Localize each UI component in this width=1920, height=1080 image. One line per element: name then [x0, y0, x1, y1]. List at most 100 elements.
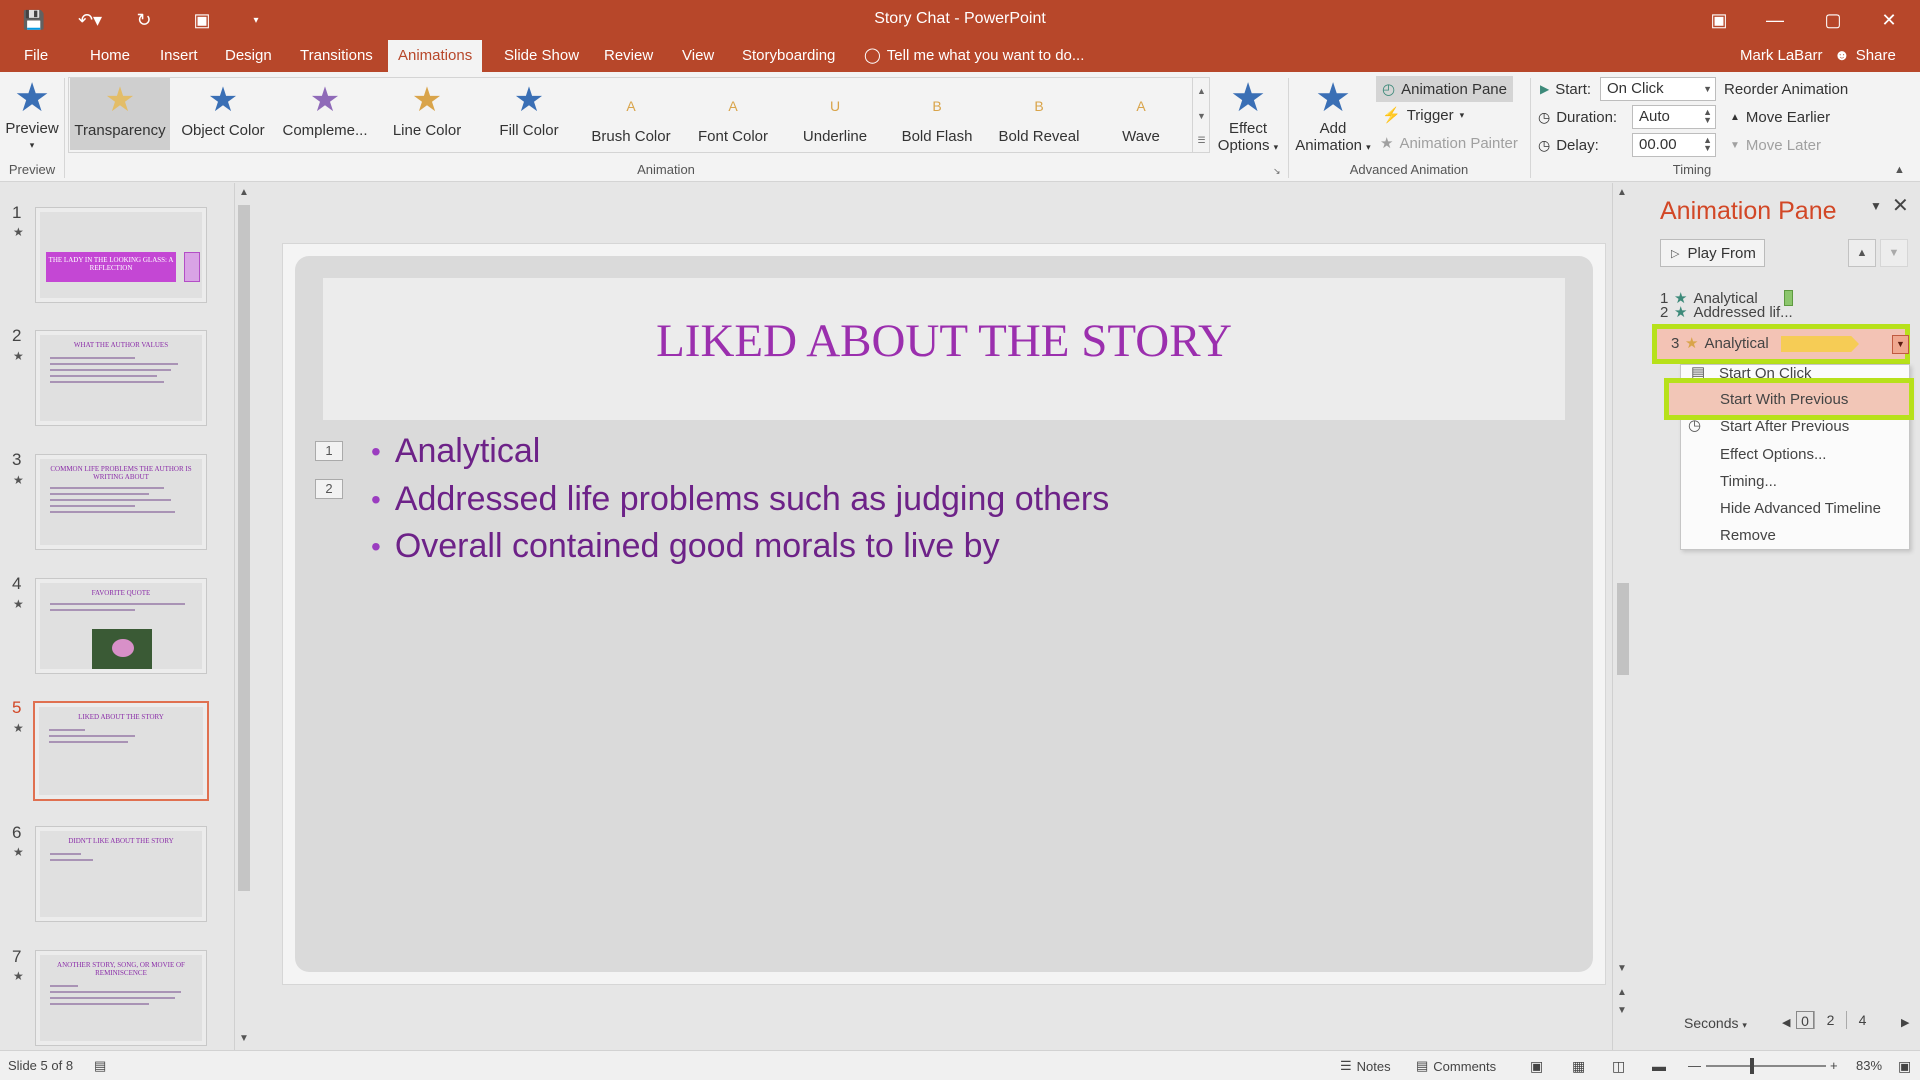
animation-star-icon: ★ — [13, 473, 24, 487]
scroll-up-icon[interactable]: ▲ — [239, 187, 249, 198]
tab-insert[interactable]: Insert — [150, 40, 208, 72]
pane-options-icon[interactable]: ▼ — [1870, 199, 1882, 213]
tab-design[interactable]: Design — [215, 40, 282, 72]
anim-underline[interactable]: U Underline — [785, 78, 885, 150]
close-icon[interactable]: ✕ — [1862, 0, 1916, 40]
slide-sorter-icon[interactable]: ▦ — [1572, 1058, 1585, 1075]
start-dropdown[interactable]: On Click ▼ — [1600, 77, 1716, 101]
ribbon-display-icon[interactable]: ▣ — [1692, 0, 1746, 40]
zoom-out-icon[interactable]: — — [1688, 1058, 1701, 1073]
delay-input[interactable]: 00.00 ▲ ▼ — [1632, 133, 1716, 157]
dialog-launcher-icon[interactable]: ↘ — [1273, 166, 1281, 177]
scroll-thumb[interactable] — [1617, 583, 1629, 675]
anim-transparency[interactable]: ★ Transparency — [70, 78, 170, 150]
slide-thumbnail-1[interactable]: THE LADY IN THE LOOKING GLASS: A REFLECT… — [35, 207, 207, 303]
item-dropdown-icon[interactable]: ▼ — [1892, 335, 1909, 354]
anim-list-item-2[interactable]: 2 ★ Addressed lif... — [1660, 305, 1908, 319]
reading-view-icon[interactable]: ◫ — [1612, 1058, 1625, 1075]
zoom-slider-thumb[interactable] — [1750, 1058, 1754, 1074]
slide-thumbnail-4[interactable]: FAVORITE QUOTE — [35, 578, 207, 674]
title-placeholder[interactable]: LIKED ABOUT THE STORY — [323, 278, 1565, 420]
menu-timing[interactable]: Timing... — [1720, 469, 1777, 493]
animation-painter-button[interactable]: ★ Animation Painter — [1380, 130, 1518, 156]
add-animation-button[interactable]: ★ Add Animation ▾ — [1294, 76, 1372, 154]
next-slide-icon[interactable]: ▼ — [1617, 1005, 1627, 1016]
anim-list-item-3[interactable]: 3 ★ Analytical — [1652, 324, 1910, 364]
anim-brush-color[interactable]: A Brush Color — [581, 78, 681, 150]
spinner-icon[interactable]: ▲ ▼ — [1703, 108, 1712, 125]
spell-check-icon[interactable]: ▤ — [94, 1058, 106, 1074]
anim-fill-color[interactable]: ★ Fill Color — [479, 78, 579, 150]
slide-thumbnail-7[interactable]: ANOTHER STORY, SONG, OR MOVIE OF REMINIS… — [35, 950, 207, 1046]
anim-bold-reveal[interactable]: B Bold Reveal — [989, 78, 1089, 150]
spinner-icon[interactable]: ▲ ▼ — [1703, 136, 1712, 153]
tab-view[interactable]: View — [672, 40, 724, 72]
duration-input[interactable]: Auto ▲ ▼ — [1632, 105, 1716, 129]
ribbon: ★ Preview ▾ Preview ★ Transparency ★ Obj… — [0, 72, 1920, 182]
zoom-slider[interactable] — [1706, 1058, 1826, 1074]
menu-start-after-previous[interactable]: Start After Previous — [1720, 414, 1849, 438]
move-down-button[interactable]: ▼ — [1880, 239, 1908, 267]
tab-transitions[interactable]: Transitions — [290, 40, 383, 72]
tab-storyboarding[interactable]: Storyboarding — [732, 40, 845, 72]
menu-hide-advanced-timeline[interactable]: Hide Advanced Timeline — [1720, 496, 1881, 520]
slides-scrollbar[interactable]: ▲ ▼ — [234, 183, 252, 1050]
tab-review[interactable]: Review — [594, 40, 663, 72]
tab-animations[interactable]: Animations — [388, 40, 483, 72]
menu-remove[interactable]: Remove — [1720, 523, 1776, 547]
comments-button[interactable]: ▤ Comments — [1416, 1058, 1496, 1074]
tell-me-box[interactable]: ◯ Tell me what you want to do... — [864, 40, 1084, 72]
scroll-down-icon[interactable]: ▼ — [1617, 963, 1627, 974]
slide-thumbnail-5[interactable]: LIKED ABOUT THE STORY — [33, 701, 209, 801]
gallery-down-icon[interactable]: ▼ — [1192, 103, 1210, 128]
scroll-down-icon[interactable]: ▼ — [239, 1033, 249, 1044]
scroll-thumb[interactable] — [238, 205, 250, 891]
normal-view-icon[interactable]: ▣ — [1530, 1058, 1543, 1075]
animation-tag[interactable]: 2 — [315, 479, 343, 499]
previous-slide-icon[interactable]: ▲ — [1617, 987, 1627, 998]
anim-object-color[interactable]: ★ Object Color — [173, 78, 273, 150]
move-later-button[interactable]: ▼ Move Later — [1730, 132, 1821, 158]
gallery-up-icon[interactable]: ▲ — [1192, 78, 1210, 103]
anim-font-color[interactable]: A Font Color — [683, 78, 783, 150]
slide-title[interactable]: LIKED ABOUT THE STORY — [323, 314, 1565, 368]
slide-thumbnail-2[interactable]: WHAT THE AUTHOR VALUES — [35, 330, 207, 426]
tab-file[interactable]: File — [14, 40, 58, 72]
anim-bold-flash[interactable]: B Bold Flash — [887, 78, 987, 150]
move-up-button[interactable]: ▲ — [1848, 239, 1876, 267]
animation-pane-button[interactable]: ◴ Animation Pane — [1376, 76, 1513, 102]
animation-tag[interactable]: 1 — [315, 441, 343, 461]
scroll-up-icon[interactable]: ▲ — [1617, 187, 1627, 198]
move-earlier-button[interactable]: ▲ Move Earlier — [1730, 104, 1830, 130]
bullet-item[interactable]: • Analytical — [371, 432, 540, 471]
slide-canvas[interactable]: LIKED ABOUT THE STORY 1 2 • Analytical •… — [282, 243, 1606, 985]
tab-slide-show[interactable]: Slide Show — [494, 40, 589, 72]
play-from-button[interactable]: ▷ Play From — [1660, 239, 1765, 267]
tab-home[interactable]: Home — [80, 40, 140, 72]
gallery-more-icon[interactable]: ☰ — [1192, 128, 1210, 153]
slide-thumbnail-3[interactable]: COMMON LIFE PROBLEMS THE AUTHOR IS WRITI… — [35, 454, 207, 550]
bullet-item[interactable]: • Addressed life problems such as judgin… — [371, 480, 1109, 519]
slideshow-icon[interactable]: ▬ — [1652, 1058, 1666, 1074]
notes-button[interactable]: ☰ Notes — [1340, 1058, 1391, 1074]
menu-effect-options[interactable]: Effect Options... — [1720, 442, 1826, 466]
minimize-icon[interactable]: — — [1748, 0, 1802, 40]
zoom-level[interactable]: 83% — [1856, 1058, 1882, 1073]
anim-line-color[interactable]: ★ Line Color — [377, 78, 477, 150]
menu-start-with-previous[interactable]: Start With Previous — [1720, 387, 1848, 411]
user-name[interactable]: Mark LaBarr — [1740, 40, 1823, 72]
maximize-icon[interactable]: ▢ — [1806, 0, 1860, 40]
preview-button[interactable]: ★ Preview ▾ — [4, 76, 60, 154]
fit-to-window-icon[interactable]: ▣ — [1898, 1058, 1911, 1075]
anim-wave[interactable]: A Wave — [1091, 78, 1191, 150]
bullet-item[interactable]: • Overall contained good morals to live … — [371, 527, 1000, 566]
slide-thumbnail-6[interactable]: DIDN'T LIKE ABOUT THE STORY — [35, 826, 207, 922]
close-pane-icon[interactable]: ✕ — [1892, 193, 1909, 218]
editor-scrollbar[interactable]: ▲ ▼ ▲ ▼ — [1612, 183, 1632, 1050]
trigger-button[interactable]: ⚡ Trigger ▾ — [1382, 102, 1464, 128]
anim-complementary-color[interactable]: ★ Compleme... — [275, 78, 375, 150]
share-button[interactable]: ☻ Share — [1834, 40, 1896, 72]
zoom-in-icon[interactable]: + — [1830, 1058, 1838, 1073]
effect-options-button[interactable]: ★ Effect Options ▾ — [1214, 76, 1282, 154]
collapse-ribbon-icon[interactable]: ▲ — [1894, 164, 1905, 176]
